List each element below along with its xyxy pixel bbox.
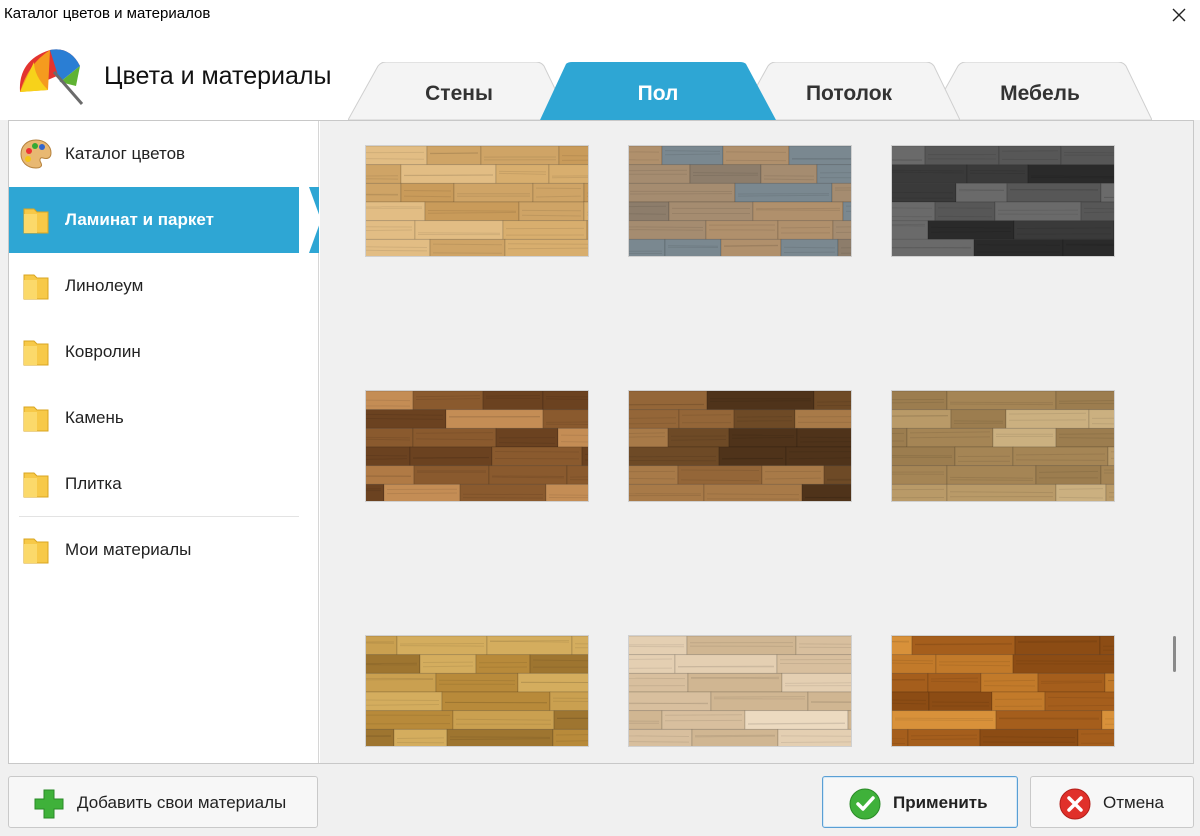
sidebar-item-stone[interactable]: Камень bbox=[9, 385, 319, 451]
sidebar-item-label: Ковролин bbox=[65, 342, 141, 361]
sidebar-item-label: Ламинат и паркет bbox=[65, 210, 214, 229]
page-title: Цвета и материалы bbox=[104, 62, 332, 90]
tab-label: Пол bbox=[637, 82, 679, 105]
cancel-icon bbox=[1059, 788, 1091, 820]
title-bar: Каталог цветов и материалов bbox=[0, 0, 1200, 30]
tab-label: Мебель bbox=[1000, 82, 1080, 105]
folder-icon bbox=[19, 203, 53, 237]
button-label: Добавить свои материалы bbox=[77, 793, 287, 812]
button-label: Применить bbox=[893, 793, 988, 812]
sidebar-item-laminate-parquet[interactable]: Ламинат и паркет bbox=[9, 187, 319, 253]
sidebar-item-carpet[interactable]: Ковролин bbox=[9, 319, 319, 385]
tab-furniture[interactable]: Мебель bbox=[928, 62, 1152, 120]
texture-dark-grey-wood[interactable] bbox=[891, 145, 1115, 257]
tab-floor[interactable]: Пол bbox=[540, 62, 776, 120]
button-label: Отмена bbox=[1103, 793, 1164, 812]
folder-icon bbox=[19, 467, 53, 501]
texture-light-pine-laminate[interactable] bbox=[365, 145, 589, 257]
tab-walls[interactable]: Стены bbox=[348, 62, 570, 120]
window-title: Каталог цветов и материалов bbox=[4, 5, 211, 22]
texture-weathered-grey-wood[interactable] bbox=[628, 145, 852, 257]
close-icon[interactable] bbox=[1164, 0, 1194, 30]
texture-reclaimed-brown-wood[interactable] bbox=[365, 390, 589, 502]
sidebar-item-color-catalog[interactable]: Каталог цветов bbox=[9, 121, 319, 187]
scrollbar-thumb[interactable] bbox=[1173, 636, 1176, 672]
texture-golden-rustic-wood[interactable] bbox=[365, 635, 589, 747]
cancel-button[interactable]: Отмена bbox=[1030, 776, 1194, 828]
folder-icon bbox=[19, 335, 53, 369]
checkmark-icon bbox=[849, 788, 881, 820]
apply-button[interactable]: Применить bbox=[822, 776, 1018, 828]
sidebar-item-label: Мои материалы bbox=[65, 540, 192, 559]
sidebar-item-linoleum[interactable]: Линолеум bbox=[9, 253, 319, 319]
sidebar-item-label: Плитка bbox=[65, 474, 122, 493]
tab-label: Стены bbox=[425, 82, 493, 105]
umbrella-logo-icon bbox=[14, 42, 86, 108]
selection-arrow bbox=[299, 187, 321, 253]
folder-icon bbox=[19, 533, 53, 567]
sidebar-item-label: Камень bbox=[65, 408, 124, 427]
texture-knotty-walnut-wood[interactable] bbox=[628, 390, 852, 502]
plus-icon bbox=[33, 788, 65, 820]
main-panel: Каталог цветов Ламинат и паркет Линолеум… bbox=[8, 120, 1194, 764]
category-sidebar: Каталог цветов Ламинат и паркет Линолеум… bbox=[9, 121, 321, 763]
sidebar-item-tile[interactable]: Плитка bbox=[9, 451, 319, 517]
sidebar-item-my-materials[interactable]: Мои материалы bbox=[9, 517, 319, 583]
sidebar-item-label: Линолеум bbox=[65, 276, 144, 295]
folder-icon bbox=[19, 401, 53, 435]
texture-amber-knotty-pine[interactable] bbox=[891, 635, 1115, 747]
sidebar-item-label: Каталог цветов bbox=[65, 144, 186, 163]
texture-grid bbox=[320, 121, 1193, 763]
texture-pale-beige-parquet[interactable] bbox=[628, 635, 852, 747]
folder-icon bbox=[19, 269, 53, 303]
add-materials-button[interactable]: Добавить свои материалы bbox=[8, 776, 318, 828]
palette-icon bbox=[19, 137, 53, 171]
texture-light-oak-parquet[interactable] bbox=[891, 390, 1115, 502]
